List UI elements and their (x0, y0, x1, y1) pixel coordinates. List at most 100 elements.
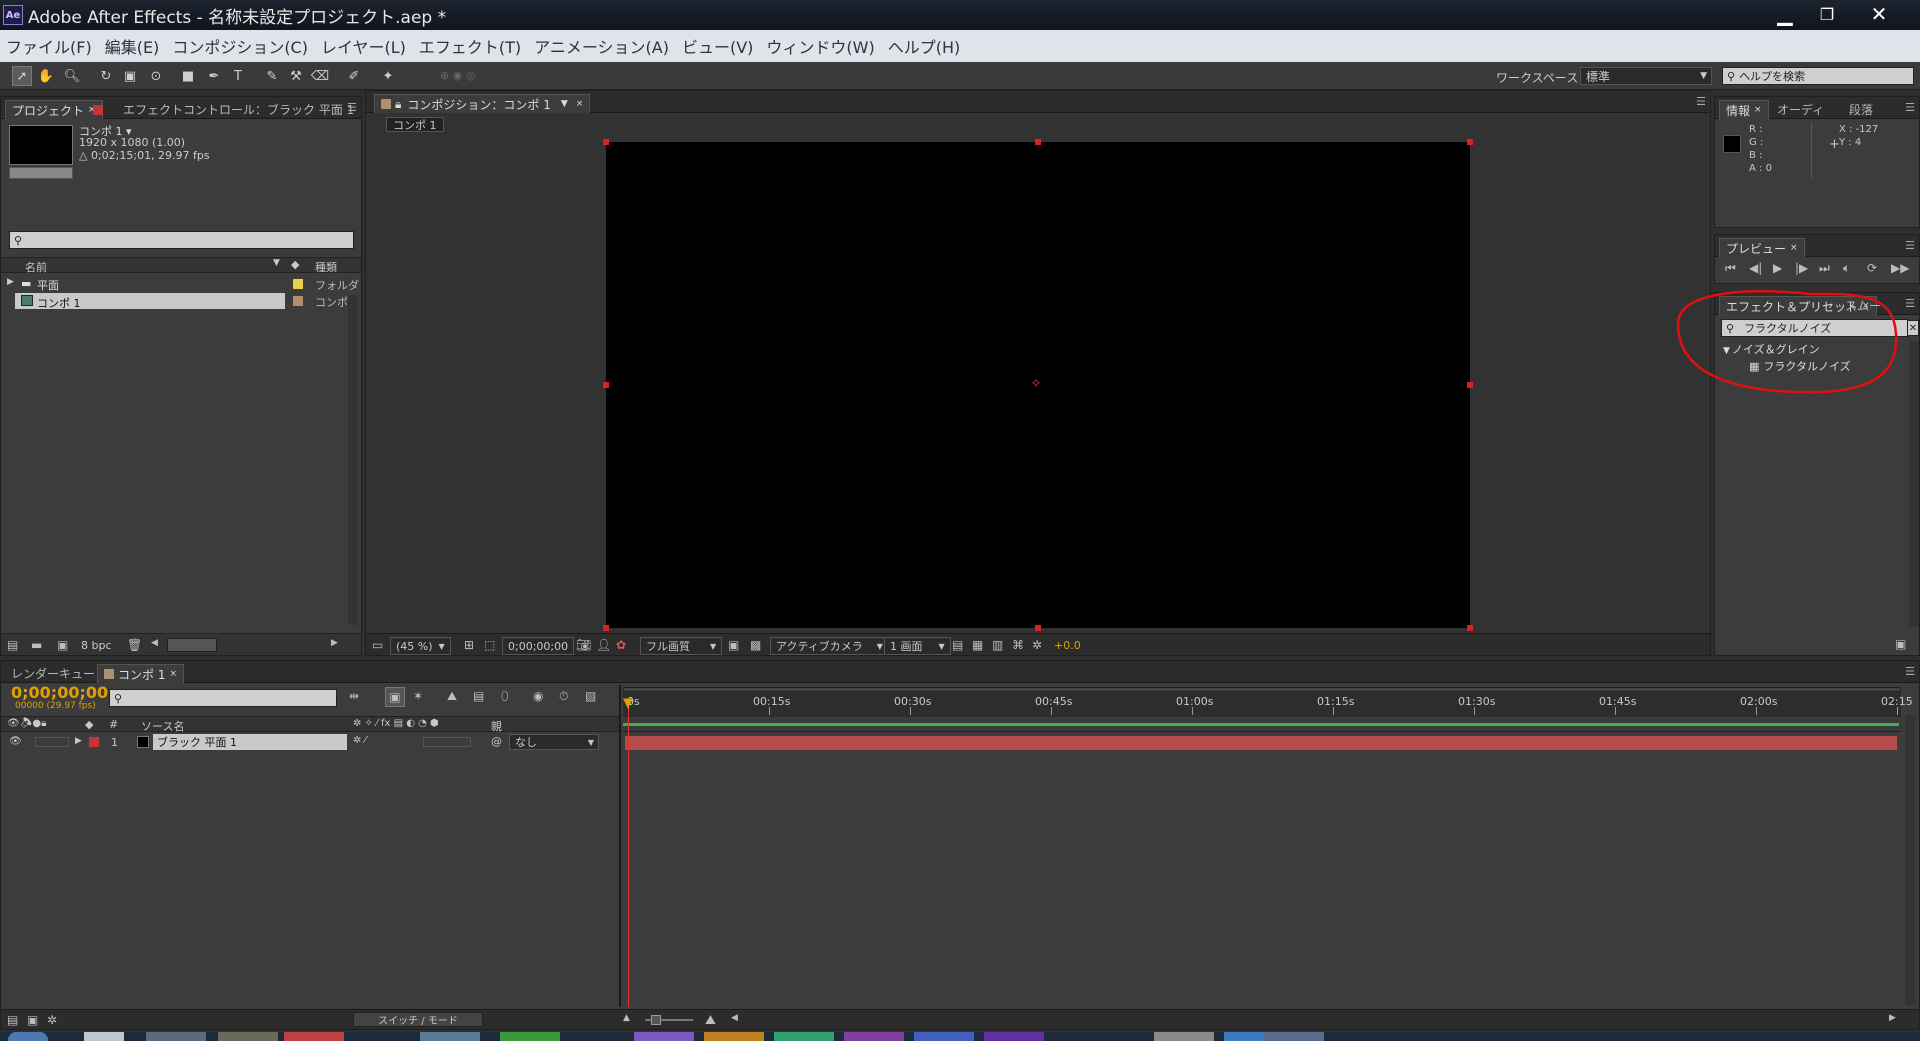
col-source-name[interactable]: ソース名 (141, 718, 184, 734)
expand-time-stretch-icon[interactable]: ✲ (47, 1013, 57, 1027)
scrollbar[interactable] (1909, 341, 1919, 627)
new-preset-icon[interactable]: ▣ (1895, 637, 1906, 651)
panel-menu-icon[interactable]: ☰ (1905, 239, 1915, 252)
av-switch-boxes[interactable] (35, 737, 69, 747)
menu-edit[interactable]: 編集(E) (99, 34, 167, 58)
hand-tool-icon[interactable]: ✋ (36, 66, 56, 86)
bpc-label[interactable]: 8 bpc (81, 639, 112, 652)
last-frame-icon[interactable]: ⏭ (1819, 261, 1830, 276)
transform-handle[interactable] (1467, 382, 1473, 388)
reset-exposure-icon[interactable]: ✲ (1032, 638, 1042, 652)
ram-preview-icon[interactable]: ▶▶ (1891, 261, 1909, 275)
comp-viewer[interactable]: ✧ (603, 139, 1473, 631)
clone-stamp-tool-icon[interactable]: ⚒ (286, 66, 306, 86)
expand-layer-switches-icon[interactable]: ▤ (7, 1013, 18, 1027)
taskbar-app-icon[interactable] (914, 1032, 974, 1041)
zoom-out-icon[interactable]: ▲ (623, 1013, 630, 1023)
close-icon[interactable]: × (1754, 105, 1762, 115)
motion-blur-icon[interactable]: ⬯ (501, 689, 509, 704)
comp-mini-flowchart-icon[interactable]: ⇹ (349, 689, 359, 703)
menu-layer[interactable]: レイヤー(L) (315, 34, 413, 58)
interpret-footage-icon[interactable]: ▤ (7, 638, 18, 652)
always-preview-icon[interactable]: ▭ (372, 638, 383, 652)
scroll-left-icon[interactable]: ◀ (151, 638, 158, 648)
taskbar-app-icon[interactable] (844, 1032, 904, 1041)
comp-breadcrumb[interactable]: コンポ 1 (386, 117, 444, 132)
color-channels-icon[interactable]: ✿ (616, 638, 626, 652)
taskbar-app-icon[interactable] (1264, 1032, 1324, 1041)
zoom-in-icon[interactable]: ⛰ (705, 1013, 716, 1028)
rotate-tool-icon[interactable]: ↻ (96, 66, 116, 86)
taskbar-app-icon[interactable] (218, 1032, 278, 1041)
scroll-left-icon[interactable]: ◀ (731, 1013, 738, 1023)
menu-composition[interactable]: コンポジション(C) (166, 34, 315, 58)
mask-visibility-icon[interactable]: ⬚ (484, 638, 495, 652)
timeline-icon[interactable]: ▥ (992, 638, 1003, 652)
frame-blending-icon[interactable]: ▤ (473, 689, 484, 703)
play-icon[interactable]: ▶ (1773, 261, 1782, 275)
project-search-input[interactable]: ⚲ (9, 231, 354, 249)
zoom-tool-icon[interactable]: 🔍︎ (62, 66, 82, 86)
transform-handle[interactable] (1035, 139, 1041, 145)
shy-layers-icon[interactable]: ⛰ (447, 689, 457, 704)
workspace-dropdown[interactable]: 標準 ▼ (1580, 67, 1712, 85)
col-type[interactable]: 種類 (315, 259, 337, 275)
taskbar-app-icon[interactable] (284, 1032, 344, 1041)
scrollbar[interactable] (1905, 715, 1915, 1005)
table-row[interactable]: 👁︎ ▶ 1 ブラック 平面 1 ✲ ⁄ @ なし ▼ (1, 734, 621, 750)
col-name[interactable]: 名前 (25, 259, 47, 275)
horizontal-scrollbar[interactable] (167, 638, 217, 652)
pan-behind-tool-icon[interactable]: ⊙ (146, 66, 166, 86)
show-snapshot-icon[interactable]: 👤︎ (596, 638, 611, 652)
transform-handle[interactable] (1467, 625, 1473, 631)
graph-editor-icon[interactable]: ◉ (533, 689, 543, 703)
timeline-search-input[interactable]: ⚲ (109, 689, 337, 707)
menu-effect[interactable]: エフェクト(T) (413, 34, 528, 58)
taskbar-app-icon[interactable] (420, 1032, 480, 1041)
tab-render-queue[interactable]: レンダーキュー (5, 664, 101, 683)
draft-3d-icon[interactable]: ✶ (413, 689, 423, 703)
expand-arrow-icon[interactable]: ▶ (75, 736, 82, 746)
taskbar-app-icon[interactable] (774, 1032, 834, 1041)
tab-effect-controls[interactable]: エフェクトコントロール：ブラック 平面 1 (87, 100, 360, 119)
camera-tool-icon[interactable]: ▣ (120, 66, 140, 86)
brush-tool-icon[interactable]: ✎ (262, 66, 282, 86)
layer-switch-boxes[interactable] (423, 737, 471, 747)
tab-composition[interactable]: 🔒︎ コンポジション：コンポ 1 ▼ × (374, 94, 591, 113)
safe-zones-icon[interactable]: ⊞ (464, 638, 474, 652)
pen-tool-icon[interactable]: ✒ (204, 66, 224, 86)
chevron-down-icon[interactable]: ▼ (561, 99, 568, 109)
text-tool-icon[interactable]: T (228, 66, 248, 86)
brainstorm-icon[interactable]: ⏱ (559, 689, 568, 704)
resolution-dropdown[interactable]: フル画質 ▼ (640, 637, 723, 655)
loop-icon[interactable]: ⟳ (1867, 261, 1877, 275)
menu-help[interactable]: ヘルプ(H) (882, 34, 968, 58)
help-search-input[interactable]: ⚲ ヘルプを検索 (1722, 67, 1914, 85)
time-ruler[interactable]: 0s 00:15s 00:30s 00:45s 01:00s 01:15s 01… (623, 687, 1913, 717)
selection-tool-icon[interactable]: ➚ (12, 66, 32, 86)
col-parent[interactable]: 親 (491, 718, 502, 734)
list-item[interactable]: ▶ ▬ 平面 フォルダ (1, 275, 361, 292)
menu-window[interactable]: ウィンドウ(W) (760, 34, 881, 58)
switch-mode-toggle[interactable]: スイッチ / モード (353, 1012, 483, 1027)
view-layout-dropdown[interactable]: 1 画面 ▼ (884, 637, 951, 655)
transform-handle[interactable] (603, 625, 609, 631)
taskbar-app-icon[interactable] (84, 1032, 124, 1041)
panel-menu-icon[interactable]: ☰ (1696, 95, 1706, 108)
auto-keyframe-icon[interactable]: ▧ (585, 689, 596, 703)
panel-menu-icon[interactable]: ☰ (1905, 665, 1915, 678)
menu-animation[interactable]: アニメーション(A) (528, 34, 676, 58)
visibility-icon[interactable]: 👁︎ (9, 736, 22, 747)
playhead-handle-icon[interactable]: ▼ (623, 697, 637, 711)
maximize-button[interactable]: ❐ (1806, 0, 1848, 28)
tab-comp-timeline[interactable]: コンポ 1 × (97, 664, 184, 683)
region-of-interest-icon[interactable]: ▣ (728, 638, 739, 652)
new-folder-icon[interactable]: ▬ (31, 638, 42, 652)
menu-file[interactable]: ファイル(F) (0, 34, 99, 58)
tab-preview[interactable]: プレビュー × (1719, 238, 1805, 257)
close-icon[interactable]: × (576, 99, 584, 109)
flowchart-icon[interactable]: ⌘ (1012, 638, 1024, 652)
layer-label-color[interactable] (89, 737, 99, 747)
fast-previews-icon[interactable]: ▦ (972, 638, 983, 652)
timeline-timecode[interactable]: 0;00;00;00 (11, 683, 108, 702)
